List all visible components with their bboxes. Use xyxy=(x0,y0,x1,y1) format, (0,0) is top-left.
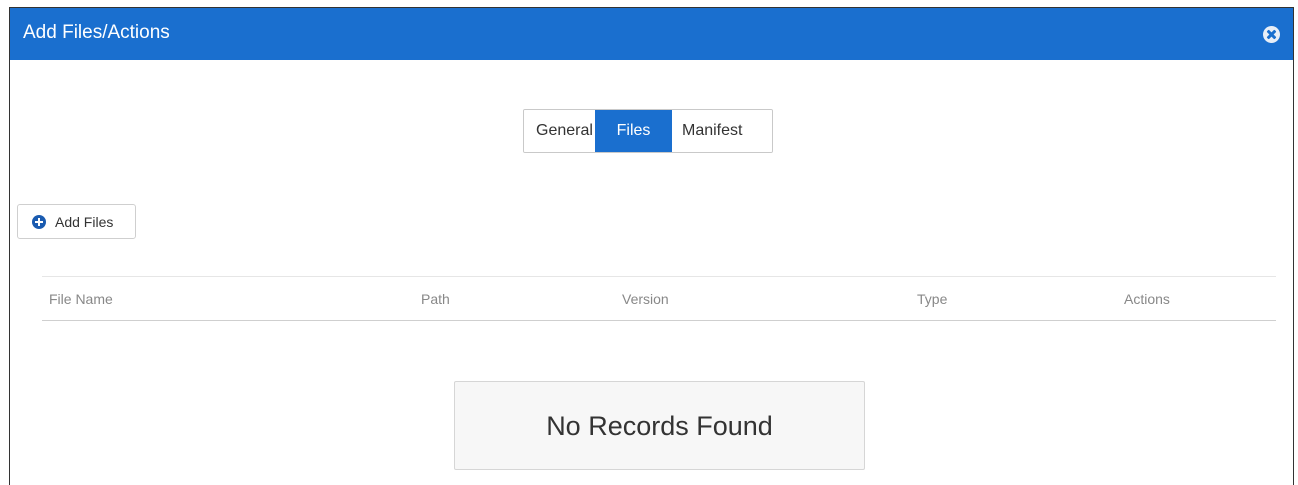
tab-files[interactable]: Files xyxy=(595,110,672,152)
column-header-version[interactable]: Version xyxy=(622,290,669,308)
files-table-header: File Name Path Version Type Actions xyxy=(42,276,1276,321)
column-header-actions: Actions xyxy=(1124,291,1170,307)
empty-state-message: No Records Found xyxy=(546,411,773,441)
dialog-title: Add Files/Actions xyxy=(23,22,170,43)
tab-manifest[interactable]: Manifest xyxy=(672,110,772,152)
column-header-path[interactable]: Path xyxy=(421,290,450,308)
plus-circle-icon xyxy=(32,215,46,229)
tab-group: General Files Manifest xyxy=(523,109,773,153)
add-files-label: Add Files xyxy=(55,214,114,230)
column-header-type[interactable]: Type xyxy=(917,290,947,308)
column-header-file-name[interactable]: File Name xyxy=(49,290,113,308)
add-files-actions-dialog: Add Files/Actions General Files Manifest… xyxy=(9,7,1294,485)
empty-state: No Records Found xyxy=(454,381,865,470)
close-icon[interactable] xyxy=(1263,26,1280,43)
add-files-button[interactable]: Add Files xyxy=(17,204,136,239)
tab-general[interactable]: General xyxy=(524,110,595,152)
dialog-header: Add Files/Actions xyxy=(10,8,1293,60)
